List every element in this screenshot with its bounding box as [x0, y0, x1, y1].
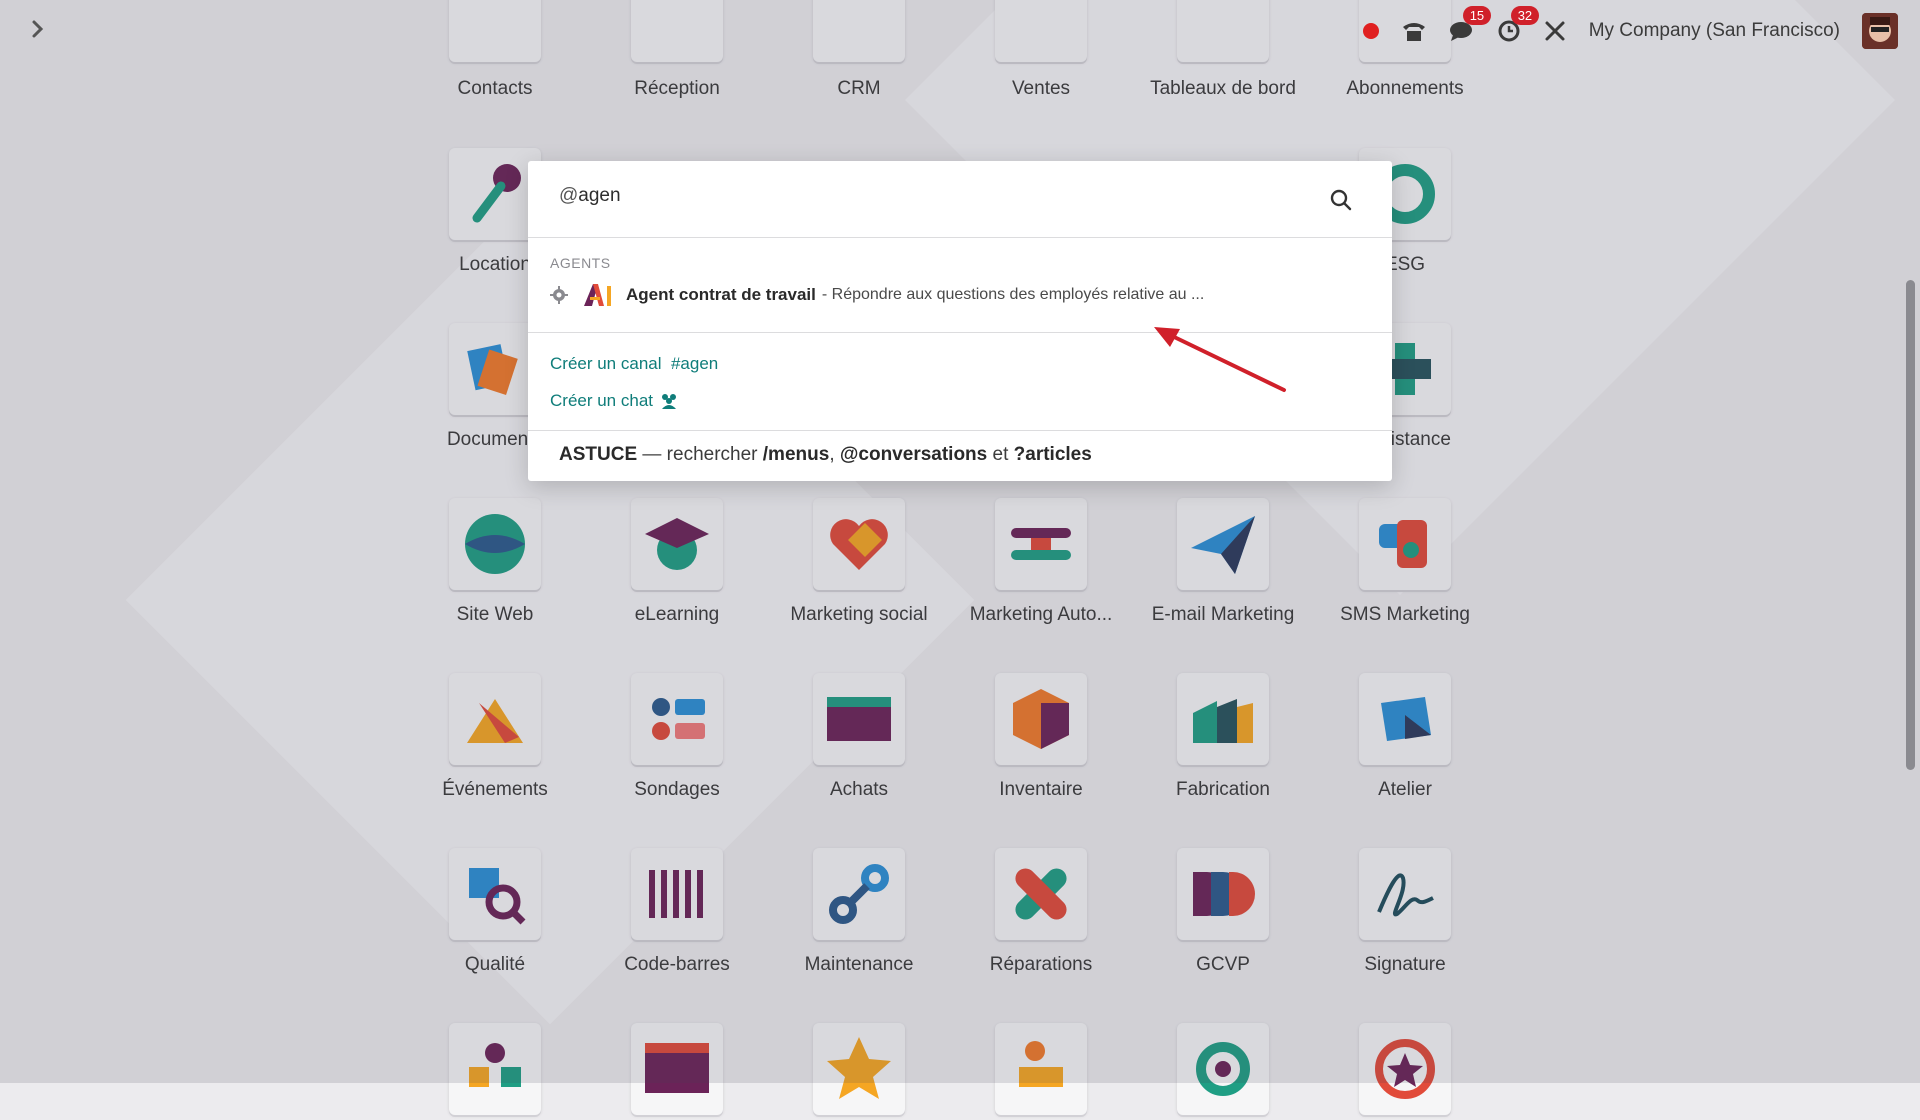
create-chat-link[interactable]: Créer un chat	[550, 391, 679, 411]
tip-menus: /menus	[762, 444, 830, 465]
create-chat-label: Créer un chat	[550, 391, 653, 410]
messages-button[interactable]: 15	[1449, 6, 1492, 43]
tools-icon	[1545, 21, 1565, 41]
palette-search-input[interactable]: @agen	[559, 185, 621, 207]
user-avatar[interactable]	[1862, 13, 1898, 49]
create-channel-link[interactable]: Créer un canal #agen	[550, 354, 718, 374]
agent-description: - Répondre aux questions des employés re…	[821, 286, 1205, 303]
activities-badge: 32	[1510, 6, 1540, 25]
messages-badge: 15	[1462, 6, 1492, 25]
tip-articles: ?articles	[1013, 444, 1092, 465]
phone-icon	[1402, 23, 1425, 41]
chevron-right-icon[interactable]	[26, 17, 50, 41]
systray: 15 32 My Company (San Francisco)	[1362, 6, 1898, 50]
tip-conversations: @conversations	[839, 444, 988, 465]
users-icon	[662, 394, 676, 409]
agent-result[interactable]: Agent contrat de travail - Répondre aux …	[550, 281, 1204, 309]
ai-agent-icon	[584, 284, 611, 306]
command-palette: @agen AGENTS Agent contrat de travail - …	[528, 161, 1392, 481]
annotation-arrow	[1154, 327, 1286, 392]
create-channel-name: #agen	[670, 354, 719, 373]
debug-tools-button[interactable]	[1543, 19, 1567, 43]
search-value: agen	[578, 185, 621, 206]
search-prefix: @	[559, 185, 579, 206]
create-channel-label: Créer un canal	[550, 354, 662, 373]
agent-name: Agent contrat de travail	[626, 285, 816, 304]
tip-label: ASTUCE	[559, 444, 638, 465]
page-scrollbar[interactable]	[1906, 280, 1915, 770]
palette-search-bar: @agen	[528, 161, 1392, 238]
phone-button[interactable]	[1401, 19, 1427, 43]
search-icon[interactable]	[1330, 189, 1352, 211]
activities-button[interactable]: 32	[1497, 6, 1540, 43]
top-navbar: 15 32 My Company (San Francisco)	[0, 0, 1920, 62]
recording-indicator[interactable]	[1362, 23, 1379, 39]
search-tip: ASTUCE — rechercher /menus, @conversatio…	[559, 444, 1092, 465]
company-switcher[interactable]: My Company (San Francisco)	[1589, 20, 1840, 42]
divider	[528, 430, 1392, 431]
record-dot-icon	[1362, 23, 1379, 39]
gear-icon[interactable]	[550, 286, 568, 304]
section-title-agents: AGENTS	[550, 255, 611, 271]
